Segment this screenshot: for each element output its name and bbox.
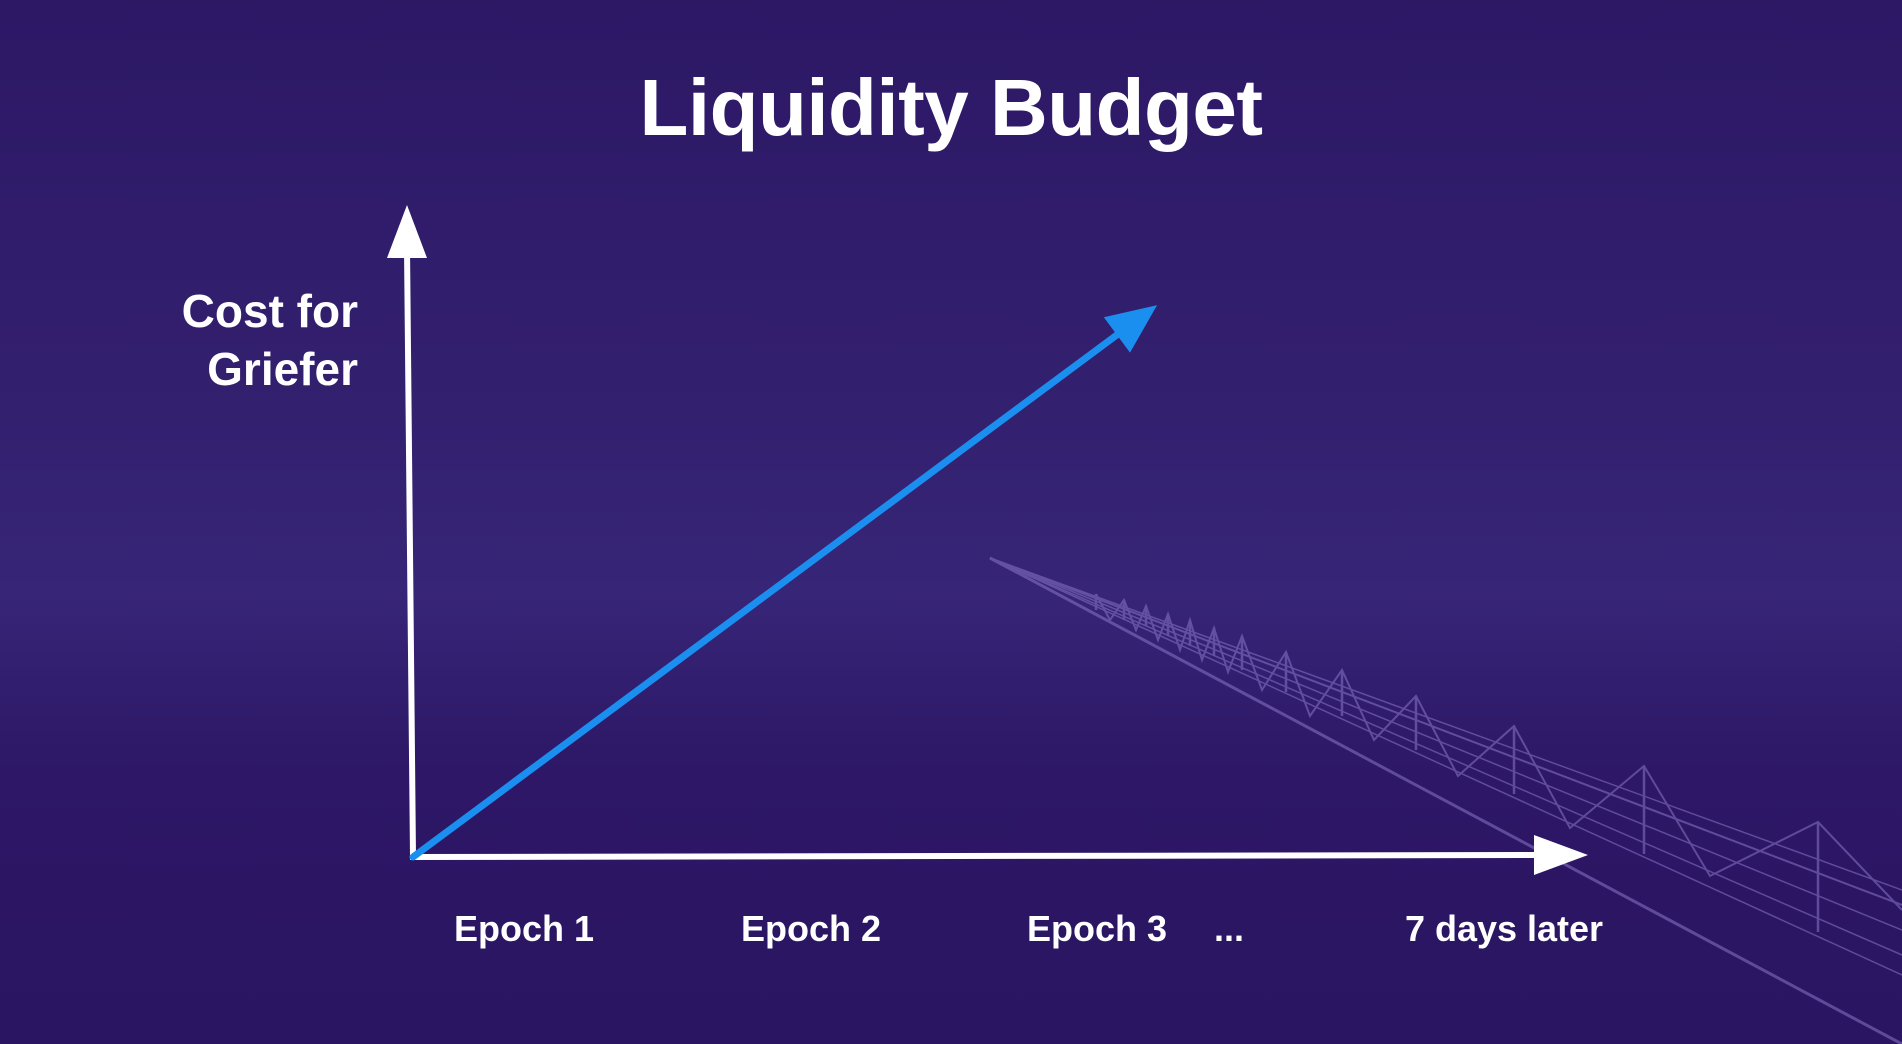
chart-title: Liquidity Budget: [639, 63, 1263, 152]
series-arrowhead: [1103, 305, 1158, 353]
x-tick-label: Epoch 3: [1026, 908, 1168, 949]
x-tick-label: Epoch 1: [453, 908, 595, 949]
y-axis-label: Cost for Griefer: [110, 282, 358, 398]
x-axis-arrowhead: [1534, 835, 1588, 875]
slide: Liquidity Budget Cost for Griefer Epoch …: [0, 0, 1902, 1044]
y-axis-label-line: Cost for: [181, 285, 358, 337]
y-axis-line: [404, 247, 416, 858]
x-axis-line: [409, 852, 1549, 860]
y-axis-arrowhead: [387, 205, 427, 258]
bridge-rail-line: [989, 557, 1902, 931]
y-axis-label-line: Griefer: [207, 343, 358, 395]
y-axis: [387, 205, 427, 858]
x-tick-label: ...: [1213, 908, 1245, 949]
x-tick-label: 7 days later: [1404, 908, 1604, 949]
bridge-edge-line: [989, 556, 1902, 1044]
x-tick-label: Epoch 2: [740, 908, 882, 949]
background-bridge-decoration: [989, 556, 1902, 1044]
bridge-rail-line: [989, 557, 1902, 956]
x-axis: [409, 835, 1588, 875]
chart-canvas: [387, 205, 1902, 1044]
